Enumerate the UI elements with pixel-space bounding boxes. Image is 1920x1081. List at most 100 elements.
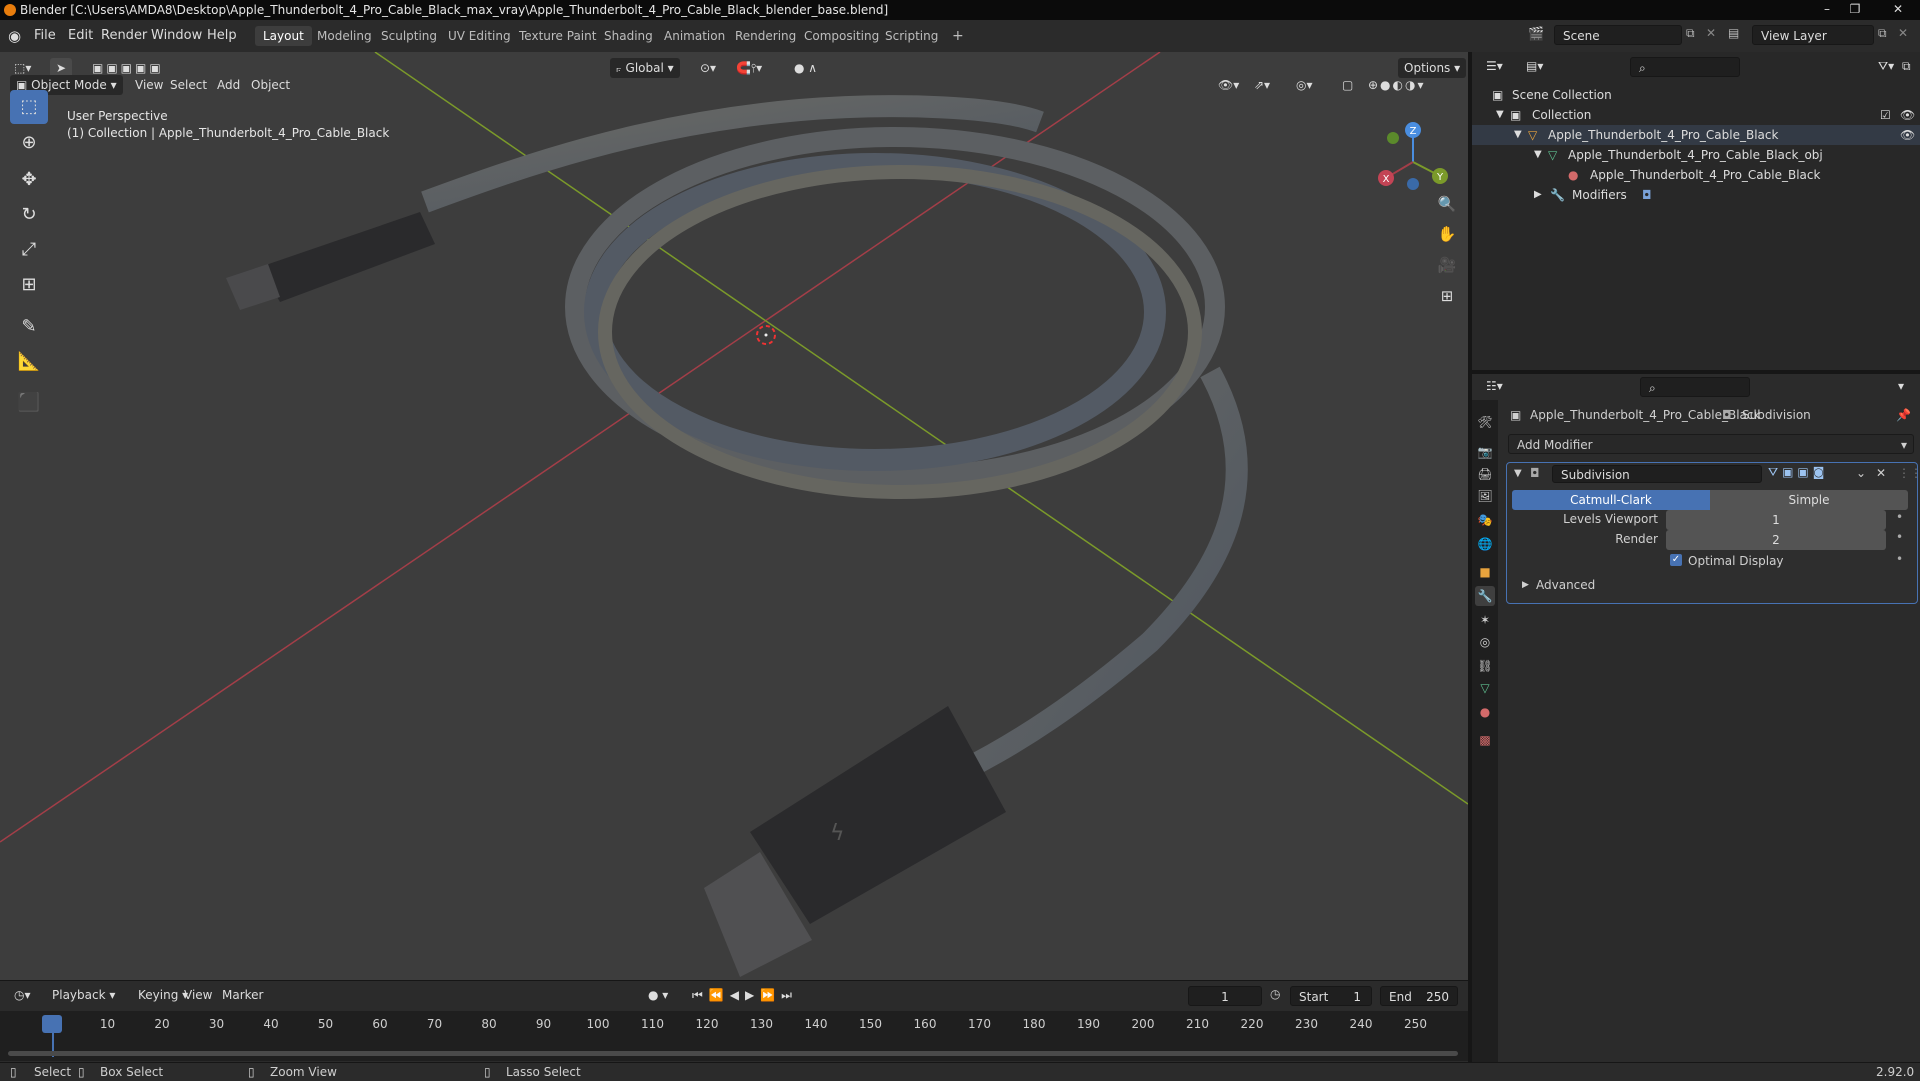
proportional-edit-icon[interactable]: ● ∧ bbox=[788, 58, 823, 78]
scene-selector-icon[interactable]: 🎬 bbox=[1528, 27, 1544, 42]
menu-edit[interactable]: Edit bbox=[68, 28, 93, 43]
expand-advanced-icon[interactable]: ▶ bbox=[1522, 580, 1529, 590]
playback-controls-icons[interactable]: ⏮⏪◀▶⏩⏭ bbox=[686, 985, 804, 1005]
levels-viewport-keyframe-icon[interactable]: • bbox=[1896, 510, 1903, 524]
tab-output-icon[interactable]: 🖨 bbox=[1475, 464, 1495, 484]
outliner-row-modifiers[interactable]: ▶ 🔧 Modifiers ◘ bbox=[1472, 185, 1920, 205]
3d-viewport[interactable]: ϟ ⬚▾ ➤ ▣▣▣▣▣ ⟔ Global ▾ ⊙▾ 🧲⫯▾ ● ∧ Optio… bbox=[0, 52, 1468, 980]
new-scene-icon[interactable]: ⧉ bbox=[1686, 26, 1695, 41]
menu-render[interactable]: Render bbox=[101, 28, 147, 43]
catmull-clark-button[interactable]: Catmull-Clark bbox=[1512, 490, 1710, 510]
snap-icon[interactable]: 🧲⫯▾ bbox=[730, 58, 768, 78]
pin-icon[interactable]: 📌 bbox=[1896, 408, 1911, 422]
collapse-modifier-icon[interactable]: ▼ bbox=[1514, 468, 1522, 479]
shading-mode-icons[interactable]: ⊕●◐◑▾ bbox=[1362, 75, 1432, 95]
tab-modifiers-icon[interactable]: 🔧 bbox=[1475, 586, 1495, 606]
tab-view-layer-icon[interactable]: 🖼 bbox=[1475, 486, 1495, 506]
add-modifier-dropdown[interactable]: Add Modifier ▾ bbox=[1508, 434, 1914, 454]
viewport-menu-select[interactable]: Select bbox=[164, 75, 213, 95]
zoom-icon[interactable]: 🔍 bbox=[1433, 190, 1461, 218]
tab-sculpting[interactable]: Sculpting bbox=[373, 26, 445, 46]
properties-editor-type-icon[interactable]: ☷▾ bbox=[1480, 376, 1509, 396]
add-cube-tool-icon[interactable]: ⬛ bbox=[10, 386, 48, 420]
tab-object-icon[interactable]: ■ bbox=[1475, 562, 1495, 582]
camera-view-icon[interactable]: 🎥 bbox=[1433, 251, 1461, 279]
expand-object-icon[interactable]: ▼ bbox=[1514, 125, 1522, 145]
tab-layout[interactable]: Layout bbox=[255, 26, 312, 46]
properties-search-input[interactable]: ⌕ bbox=[1640, 377, 1750, 397]
timeline-menu-view[interactable]: View bbox=[178, 985, 218, 1005]
tab-particles-icon[interactable]: ✶ bbox=[1475, 610, 1495, 630]
current-frame-field[interactable]: 1 bbox=[1188, 986, 1262, 1006]
menu-file[interactable]: File bbox=[34, 28, 56, 43]
display-mode-icon[interactable]: ▤▾ bbox=[1520, 56, 1549, 76]
menu-help[interactable]: Help bbox=[207, 28, 237, 43]
remove-modifier-icon[interactable]: ✕ bbox=[1876, 466, 1886, 480]
outliner-row-mesh[interactable]: ▼ ▽ Apple_Thunderbolt_4_Pro_Cable_Black_… bbox=[1472, 145, 1920, 165]
outliner-row-material[interactable]: ● Apple_Thunderbolt_4_Pro_Cable_Black bbox=[1472, 165, 1920, 185]
new-collection-icon[interactable]: ⧉ bbox=[1896, 56, 1917, 76]
visibility-icon[interactable]: 👁▾ bbox=[1212, 75, 1245, 95]
transform-tool-icon[interactable]: ⊞ bbox=[10, 268, 48, 302]
tab-scripting[interactable]: Scripting bbox=[877, 26, 946, 46]
tab-uv-editing[interactable]: UV Editing bbox=[440, 26, 519, 46]
select-box-tool-icon[interactable]: ⬚ bbox=[10, 90, 48, 124]
tab-rendering[interactable]: Rendering bbox=[727, 26, 804, 46]
tab-constraints-icon[interactable]: ⛓ bbox=[1475, 656, 1495, 676]
menu-window[interactable]: Window bbox=[151, 28, 202, 43]
properties-editor[interactable]: ☷▾ ⌕ ▾ ▣ Apple_Thunderbolt_4_Pro_Cable_B… bbox=[1472, 374, 1920, 1062]
measure-tool-icon[interactable]: 📐 bbox=[10, 345, 48, 379]
gizmo-toggle-icon[interactable]: ⇗▾ bbox=[1248, 75, 1276, 95]
tab-animation[interactable]: Animation bbox=[656, 26, 733, 46]
tab-texture-icon[interactable]: ▩ bbox=[1475, 730, 1495, 750]
transform-orientation-dropdown[interactable]: ⟔ Global ▾ bbox=[610, 58, 680, 78]
outliner-row-scene-collection[interactable]: ▣ Scene Collection bbox=[1472, 85, 1920, 105]
pivot-point-icon[interactable]: ⊙▾ bbox=[694, 58, 722, 78]
tab-tool-icon[interactable]: 🛠 bbox=[1475, 412, 1495, 432]
new-view-layer-icon[interactable]: ⧉ bbox=[1878, 26, 1887, 41]
scene-name-field[interactable]: Scene bbox=[1554, 25, 1682, 45]
tab-render-icon[interactable]: 📷 bbox=[1475, 442, 1495, 462]
object-visibility-icon[interactable]: 👁 bbox=[1900, 125, 1915, 145]
tab-modeling[interactable]: Modeling bbox=[309, 26, 380, 46]
tab-scene-icon[interactable]: 🎭 bbox=[1475, 510, 1495, 530]
navigation-gizmo[interactable]: Z Y X bbox=[1372, 118, 1454, 200]
playhead-marker[interactable] bbox=[42, 1015, 62, 1033]
minimize-button[interactable]: – bbox=[1814, 0, 1840, 18]
ortho-grid-icon[interactable]: ⊞ bbox=[1433, 282, 1461, 310]
auto-keying-icon[interactable]: ● ▾ bbox=[642, 985, 674, 1005]
close-window-button[interactable]: ✕ bbox=[1882, 0, 1914, 18]
viewport-menu-object[interactable]: Object bbox=[245, 75, 296, 95]
modifier-menu-chevron-icon[interactable]: ⌄ bbox=[1856, 466, 1866, 480]
render-levels-keyframe-icon[interactable]: • bbox=[1896, 530, 1903, 544]
overlay-toggle-icon[interactable]: ◎▾ bbox=[1290, 75, 1319, 95]
viewport-canvas[interactable]: ϟ bbox=[0, 52, 1468, 980]
outliner-row-collection[interactable]: ▼ ▣ Collection ☑ 👁 bbox=[1472, 105, 1920, 125]
end-frame-field[interactable]: End 250 bbox=[1380, 986, 1458, 1006]
optimal-display-keyframe-icon[interactable]: • bbox=[1896, 552, 1903, 566]
render-levels-field[interactable]: 2 bbox=[1666, 530, 1886, 550]
annotate-tool-icon[interactable]: ✎ bbox=[10, 310, 48, 344]
expand-mesh-icon[interactable]: ▼ bbox=[1534, 145, 1542, 165]
viewport-menu-add[interactable]: Add bbox=[211, 75, 246, 95]
rotate-tool-icon[interactable]: ↻ bbox=[10, 198, 48, 232]
collection-visibility-icon[interactable]: 👁 bbox=[1900, 105, 1915, 125]
outliner-editor[interactable]: ☰▾ ▤▾ ⌕ ⛛▾ ⧉ ▣ Scene Collection ▼ ▣ Coll… bbox=[1472, 52, 1920, 370]
outliner-editor-type-icon[interactable]: ☰▾ bbox=[1480, 56, 1509, 76]
start-frame-field[interactable]: Start 1 bbox=[1290, 986, 1372, 1006]
tab-data-icon[interactable]: ▽ bbox=[1475, 678, 1495, 698]
collection-include-checkbox[interactable]: ☑ bbox=[1880, 105, 1891, 125]
properties-options-icon[interactable]: ▾ bbox=[1892, 376, 1910, 396]
expand-collection-icon[interactable]: ▼ bbox=[1496, 105, 1504, 125]
expand-modifiers-icon[interactable]: ▶ bbox=[1534, 185, 1542, 205]
maximize-button[interactable]: ❐ bbox=[1842, 0, 1868, 18]
view-layer-field[interactable]: View Layer bbox=[1752, 25, 1874, 45]
levels-viewport-field[interactable]: 1 bbox=[1666, 510, 1886, 530]
delete-scene-icon[interactable]: ✕ bbox=[1706, 26, 1716, 40]
modifier-visibility-toggles[interactable]: ⛛▣▣◙ bbox=[1768, 465, 1828, 480]
preview-range-icon[interactable]: ◷ bbox=[1270, 987, 1280, 1001]
view-layer-icon[interactable]: ▤ bbox=[1728, 26, 1739, 40]
subdivision-modifier-icon[interactable]: ◘ bbox=[1642, 185, 1652, 205]
scale-tool-icon[interactable]: ⤢ bbox=[10, 233, 48, 267]
tab-world-icon[interactable]: 🌐 bbox=[1475, 534, 1495, 554]
